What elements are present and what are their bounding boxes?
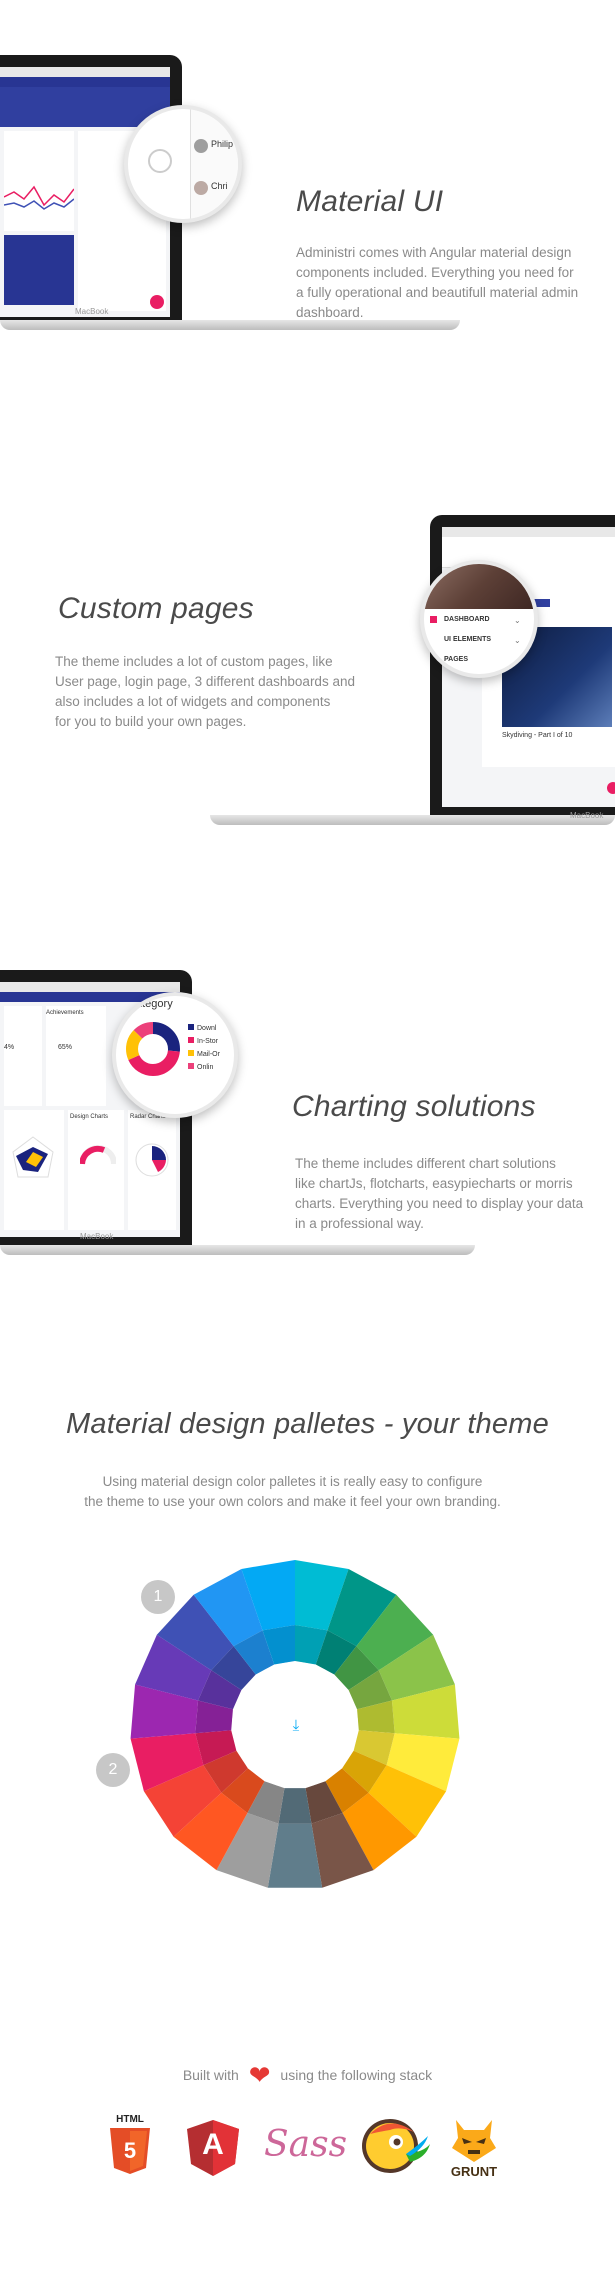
footer-stack: Built with ❤ using the following stack H… <box>0 2050 615 2284</box>
zoom-lens: ategory Downl In-Stor Mail-Or Onlin <box>112 992 238 1118</box>
legend-item: Mail-Or <box>188 1050 234 1063</box>
gauge-chart <box>80 1145 116 1165</box>
bower-logo <box>360 2114 432 2176</box>
legend-item: Downl <box>188 1024 234 1037</box>
feature-title: Material UI <box>296 185 444 218</box>
donut-chart <box>126 1022 180 1076</box>
radar-chart <box>12 1136 54 1178</box>
menu-item-pages[interactable]: PAGES <box>444 656 468 663</box>
feature-material-ui: MacBook Philip Chri Material UI Administ… <box>0 0 615 400</box>
built-with-line: Built with ❤ using the following stack <box>182 2060 433 2090</box>
palette-marker-1[interactable]: 1 <box>141 1580 175 1614</box>
avatar <box>194 181 208 195</box>
zoom-lens: DASHBOARD UI ELEMENTS PAGES ⌄ ⌄ <box>420 560 538 678</box>
laptop-mockup: Achievements 65% 4% Design Charts Radar … <box>0 970 475 1290</box>
contact-name: Philip <box>211 139 234 149</box>
avatar <box>194 139 208 153</box>
sass-logo: Sass <box>264 2124 348 2165</box>
dashboard-icon <box>430 616 437 623</box>
line-chart <box>4 185 74 210</box>
pie-value: 4% <box>4 1044 15 1051</box>
palette-description: Using material design color palletes it … <box>84 1474 501 1509</box>
contact-name: Chri <box>211 181 228 191</box>
zoom-lens: Philip Chri <box>124 105 242 223</box>
feature-title: Charting solutions <box>292 1090 536 1123</box>
angular-logo: A <box>187 2120 239 2176</box>
html5-logo: HTML 5 <box>108 2114 152 2176</box>
menu-item-ui-elements[interactable]: UI ELEMENTS <box>444 636 491 643</box>
grunt-logo: GRUNT <box>442 2114 506 2180</box>
card-title: Design Charts <box>70 1114 109 1120</box>
toggle-icon <box>148 149 172 173</box>
heart-icon: ❤ <box>248 2060 271 2090</box>
palette-title: Material design palletes - your theme <box>66 1408 549 1440</box>
laptop-brand: MacBook <box>75 307 109 316</box>
laptop-brand: MacBook <box>570 811 604 820</box>
chart-title: ategory <box>136 998 173 1010</box>
laptop-brand: MacBook <box>80 1232 114 1241</box>
card-title: Achievements <box>46 1010 84 1016</box>
chevron-down-icon: ⌄ <box>514 636 521 645</box>
palette-section: Material design palletes - your theme Us… <box>0 1400 615 1920</box>
palette-marker-2[interactable]: 2 <box>96 1753 130 1787</box>
menu-item-dashboard[interactable]: DASHBOARD <box>444 616 490 623</box>
media-caption: Skydiving - Part I of 10 <box>502 732 573 739</box>
pie-value: 65% <box>58 1044 73 1051</box>
polar-chart <box>135 1143 169 1177</box>
laptop-mockup: Skydiving - Part I of 10 MacBook DASHBOA… <box>210 515 615 835</box>
feature-description: The theme includes different chart solut… <box>295 1156 584 1231</box>
chevron-down-icon: ⌄ <box>514 616 521 625</box>
legend-item: In-Stor <box>188 1037 234 1050</box>
download-icon[interactable]: ⤓ <box>288 1718 304 1734</box>
legend-item: Onlin <box>188 1063 234 1076</box>
feature-charting: Achievements 65% 4% Design Charts Radar … <box>0 960 615 1300</box>
feature-custom-pages: Custom pages The theme includes a lot of… <box>0 500 615 840</box>
feature-description: Administri comes with Angular material d… <box>296 245 579 320</box>
